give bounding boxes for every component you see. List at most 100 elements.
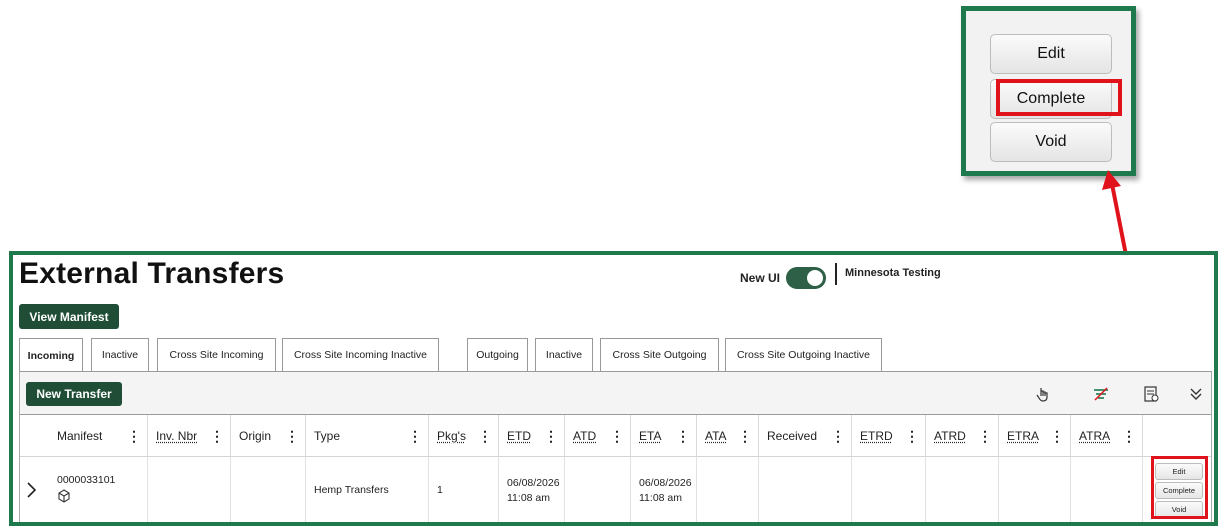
facility-name[interactable]: Minnesota Testing (845, 267, 941, 279)
column-label: Type (314, 429, 341, 443)
package-icon (58, 489, 70, 503)
column-menu-icon[interactable]: ⋮ (285, 428, 299, 445)
column-menu-icon[interactable]: ⋮ (127, 428, 141, 445)
cell-atd (565, 457, 631, 522)
column-received[interactable]: Received ⋮ (759, 415, 852, 457)
manifest-number: 0000033101 (57, 474, 116, 486)
export-icon[interactable] (1142, 385, 1160, 403)
row-void-button[interactable]: Void (1155, 501, 1203, 518)
tab-cross-site-incoming-inactive[interactable]: Cross Site Incoming Inactive (282, 338, 439, 371)
column-label: ETD (507, 429, 531, 443)
column-label: ATD (573, 429, 597, 443)
etd-date: 06/08/2026 (507, 476, 560, 489)
column-menu-icon[interactable]: ⋮ (544, 428, 558, 445)
cell-received (759, 457, 852, 522)
column-label: ETRD (860, 429, 893, 443)
cell-pkgs: 1 (429, 457, 499, 522)
tab-cross-site-incoming[interactable]: Cross Site Incoming (157, 338, 276, 371)
callout-complete-button[interactable]: Complete (990, 79, 1112, 119)
row-edit-button[interactable]: Edit (1155, 463, 1203, 480)
tab-incoming[interactable]: Incoming (19, 338, 83, 372)
row-actions: Edit Complete Void (1151, 463, 1208, 520)
cell-eta: 06/08/2026 11:08 am (631, 457, 697, 522)
eta-date: 06/08/2026 (639, 476, 692, 489)
eta-time: 11:08 am (639, 491, 682, 504)
expander-column (20, 415, 47, 457)
column-menu-icon[interactable]: ⋮ (831, 428, 845, 445)
column-label: ETA (639, 429, 662, 443)
pointer-icon[interactable] (1034, 385, 1052, 403)
column-menu-icon[interactable]: ⋮ (210, 428, 224, 445)
new-ui-toggle[interactable] (786, 267, 827, 289)
column-label: Inv. Nbr (156, 429, 198, 443)
column-label: Manifest (57, 429, 103, 443)
column-ata[interactable]: ATA ⋮ (697, 415, 759, 457)
column-etrd[interactable]: ETRD ⋮ (852, 415, 926, 457)
cell-etrd (852, 457, 926, 522)
tab-cross-site-outgoing-inactive[interactable]: Cross Site Outgoing Inactive (725, 338, 882, 371)
filter-clear-icon[interactable] (1092, 385, 1110, 403)
cell-etra (999, 457, 1071, 522)
page-title: External Transfers (19, 257, 285, 290)
grid-header: Manifest ⋮ Inv. Nbr ⋮ Origin ⋮ Type ⋮ Pkg's ⋮… (20, 415, 1211, 457)
row-complete-button[interactable]: Complete (1155, 482, 1203, 499)
actions-column (1143, 415, 1211, 457)
tab-incoming-inactive[interactable]: Inactive (91, 338, 149, 371)
tab-outgoing[interactable]: Outgoing (467, 338, 528, 371)
column-pkgs[interactable]: Pkg's ⋮ (429, 415, 499, 457)
column-label: Received (767, 429, 818, 443)
column-label: ATA (705, 429, 727, 443)
transfers-panel: New Transfer Manifest ⋮ Inv. Nbr ⋮ Origi… (19, 372, 1212, 522)
view-manifest-button[interactable]: View Manifest (19, 304, 119, 329)
grid-toolbar: New Transfer (20, 372, 1211, 415)
column-eta[interactable]: ETA ⋮ (631, 415, 697, 457)
toggle-knob (807, 270, 824, 286)
etd-time: 11:08 am (507, 491, 550, 504)
column-menu-icon[interactable]: ⋮ (610, 428, 624, 445)
zoom-callout: Edit Complete Void (961, 6, 1136, 176)
column-menu-icon[interactable]: ⋮ (1050, 428, 1064, 445)
column-atra[interactable]: ATRA ⋮ (1071, 415, 1143, 457)
cell-atra (1071, 457, 1143, 522)
column-menu-icon[interactable]: ⋮ (905, 428, 919, 445)
column-menu-icon[interactable]: ⋮ (738, 428, 752, 445)
tab-cross-site-outgoing[interactable]: Cross Site Outgoing (600, 338, 719, 371)
tab-outgoing-inactive[interactable]: Inactive (535, 338, 593, 371)
column-menu-icon[interactable]: ⋮ (978, 428, 992, 445)
column-atrd[interactable]: ATRD ⋮ (926, 415, 999, 457)
column-menu-icon[interactable]: ⋮ (676, 428, 690, 445)
new-transfer-button[interactable]: New Transfer (26, 382, 122, 406)
screenshot-stage: Edit Complete Void External Transfers Ne… (0, 0, 1220, 529)
app-frame: External Transfers New UI Minnesota Test… (9, 251, 1218, 526)
cell-type: Hemp Transfers (306, 457, 429, 522)
column-menu-icon[interactable]: ⋮ (478, 428, 492, 445)
new-ui-toggle-group: New UI (740, 267, 827, 289)
callout-void-button[interactable]: Void (990, 122, 1112, 162)
table-row[interactable]: 0000033101 Hemp Transfers 1 06/08/2026 1… (20, 457, 1211, 522)
cell-inv-nbr (148, 457, 231, 522)
callout-edit-button[interactable]: Edit (990, 34, 1112, 74)
cell-etd: 06/08/2026 11:08 am (499, 457, 565, 522)
chevron-double-down-icon[interactable] (1187, 385, 1205, 403)
column-origin[interactable]: Origin ⋮ (231, 415, 306, 457)
column-inv-nbr[interactable]: Inv. Nbr ⋮ (148, 415, 231, 457)
header-divider (835, 263, 837, 285)
cell-ata (697, 457, 759, 522)
column-type[interactable]: Type ⋮ (306, 415, 429, 457)
cell-atrd (926, 457, 999, 522)
column-label: Pkg's (437, 429, 466, 443)
column-atd[interactable]: ATD ⋮ (565, 415, 631, 457)
column-label: ATRD (934, 429, 966, 443)
column-label: ATRA (1079, 429, 1111, 443)
column-label: Origin (239, 429, 272, 443)
chevron-right-icon[interactable] (24, 481, 38, 499)
cell-origin (231, 457, 306, 522)
column-menu-icon[interactable]: ⋮ (408, 428, 422, 445)
column-etd[interactable]: ETD ⋮ (499, 415, 565, 457)
cell-manifest[interactable]: 0000033101 (47, 457, 148, 522)
column-manifest[interactable]: Manifest ⋮ (47, 415, 148, 457)
column-menu-icon[interactable]: ⋮ (1122, 428, 1136, 445)
column-label: ETRA (1007, 429, 1040, 443)
new-ui-label: New UI (740, 271, 781, 285)
column-etra[interactable]: ETRA ⋮ (999, 415, 1071, 457)
